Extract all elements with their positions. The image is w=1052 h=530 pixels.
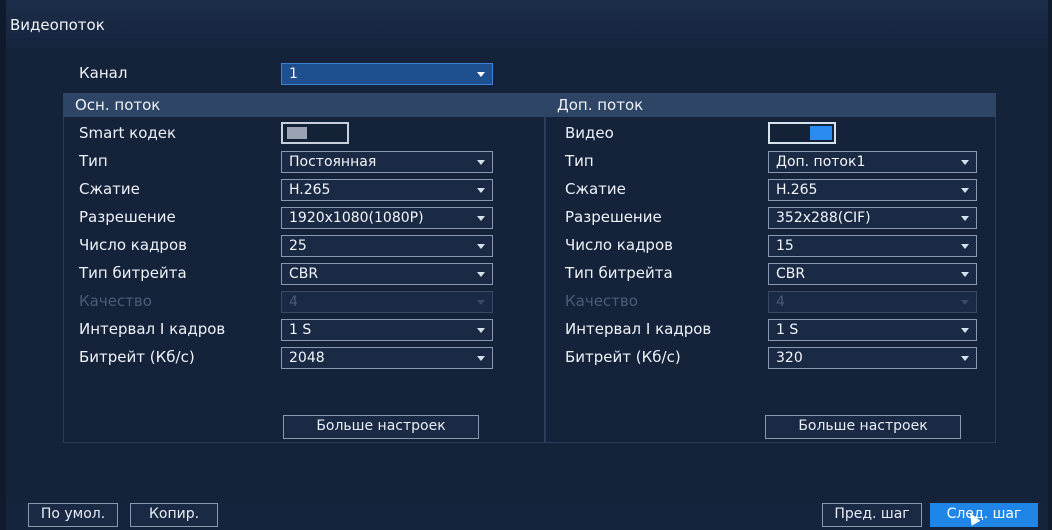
video-toggle[interactable] bbox=[768, 122, 836, 144]
chevron-down-icon bbox=[477, 300, 485, 305]
main-compression-label: Сжатие bbox=[79, 180, 140, 198]
smart-codec-toggle[interactable] bbox=[281, 122, 349, 144]
chevron-down-icon bbox=[961, 356, 969, 361]
main-more-settings-button[interactable]: Больше настроек bbox=[283, 415, 479, 439]
footer-bar: По умол. Копир. Пред. шаг След. шаг bbox=[6, 500, 1048, 530]
sub-compression-label: Сжатие bbox=[565, 180, 626, 198]
main-bitrate-type-label: Тип битрейта bbox=[79, 264, 187, 282]
prev-step-button[interactable]: Пред. шаг bbox=[822, 503, 922, 527]
sub-stream-header: Доп. поток bbox=[545, 93, 996, 117]
sub-more-settings-button[interactable]: Больше настроек bbox=[765, 415, 961, 439]
sub-iframe-interval-select[interactable]: 1 S bbox=[768, 319, 977, 341]
main-iframe-interval-select[interactable]: 1 S bbox=[281, 319, 493, 341]
copy-button[interactable]: Копир. bbox=[130, 503, 218, 527]
default-button[interactable]: По умол. bbox=[28, 503, 118, 527]
sub-type-label: Тип bbox=[565, 152, 594, 170]
main-resolution-label: Разрешение bbox=[79, 208, 176, 226]
chevron-down-icon bbox=[477, 216, 485, 221]
chevron-down-icon bbox=[477, 72, 485, 77]
chevron-down-icon bbox=[477, 160, 485, 165]
chevron-down-icon bbox=[961, 300, 969, 305]
chevron-down-icon bbox=[477, 244, 485, 249]
channel-label: Канал bbox=[79, 64, 128, 82]
video-label: Видео bbox=[565, 124, 614, 142]
main-compression-select[interactable]: H.265 bbox=[281, 179, 493, 201]
main-type-label: Тип bbox=[79, 152, 108, 170]
main-type-select[interactable]: Постоянная bbox=[281, 151, 493, 173]
chevron-down-icon bbox=[477, 356, 485, 361]
chevron-down-icon bbox=[961, 188, 969, 193]
sub-resolution-select[interactable]: 352x288(CIF) bbox=[768, 207, 977, 229]
sub-type-select[interactable]: Доп. поток1 bbox=[768, 151, 977, 173]
chevron-down-icon bbox=[961, 160, 969, 165]
sub-bitrate-type-label: Тип битрейта bbox=[565, 264, 673, 282]
chevron-down-icon bbox=[477, 328, 485, 333]
title-bar: Видеопоток bbox=[6, 0, 1048, 48]
chevron-down-icon bbox=[477, 272, 485, 277]
chevron-down-icon bbox=[961, 328, 969, 333]
channel-select[interactable]: 1 bbox=[281, 63, 493, 85]
sub-framerate-select[interactable]: 15 bbox=[768, 235, 977, 257]
main-bitrate-select[interactable]: 2048 bbox=[281, 347, 493, 369]
sub-resolution-label: Разрешение bbox=[565, 208, 662, 226]
video-stream-window: Видеопоток Канал 1 Осн. поток Доп. поток… bbox=[6, 0, 1048, 530]
toggle-knob bbox=[287, 127, 307, 139]
window-title: Видеопоток bbox=[10, 16, 105, 34]
chevron-down-icon bbox=[961, 244, 969, 249]
chevron-down-icon bbox=[961, 272, 969, 277]
sub-bitrate-label: Битрейт (Кб/с) bbox=[565, 348, 681, 366]
main-quality-select: 4 bbox=[281, 291, 493, 313]
next-step-button[interactable]: След. шаг bbox=[930, 503, 1038, 527]
sub-compression-select[interactable]: H.265 bbox=[768, 179, 977, 201]
main-bitrate-type-select[interactable]: CBR bbox=[281, 263, 493, 285]
sub-quality-select: 4 bbox=[768, 291, 977, 313]
main-iframe-interval-label: Интервал I кадров bbox=[79, 320, 226, 338]
smart-codec-label: Smart кодек bbox=[79, 124, 177, 142]
chevron-down-icon bbox=[961, 216, 969, 221]
sub-bitrate-type-select[interactable]: CBR bbox=[768, 263, 977, 285]
chevron-down-icon bbox=[477, 188, 485, 193]
sub-iframe-interval-label: Интервал I кадров bbox=[565, 320, 712, 338]
toggle-knob bbox=[810, 126, 832, 140]
main-stream-header: Осн. поток bbox=[63, 93, 545, 117]
settings-content: Канал 1 Осн. поток Доп. поток Smart коде… bbox=[6, 48, 1048, 500]
sub-bitrate-select[interactable]: 320 bbox=[768, 347, 977, 369]
main-framerate-select[interactable]: 25 bbox=[281, 235, 493, 257]
main-bitrate-label: Битрейт (Кб/с) bbox=[79, 348, 195, 366]
channel-value: 1 bbox=[289, 66, 298, 82]
main-resolution-select[interactable]: 1920x1080(1080P) bbox=[281, 207, 493, 229]
main-quality-label: Качество bbox=[79, 292, 152, 310]
sub-quality-label: Качество bbox=[565, 292, 638, 310]
main-framerate-label: Число кадров bbox=[79, 236, 187, 254]
sub-framerate-label: Число кадров bbox=[565, 236, 673, 254]
